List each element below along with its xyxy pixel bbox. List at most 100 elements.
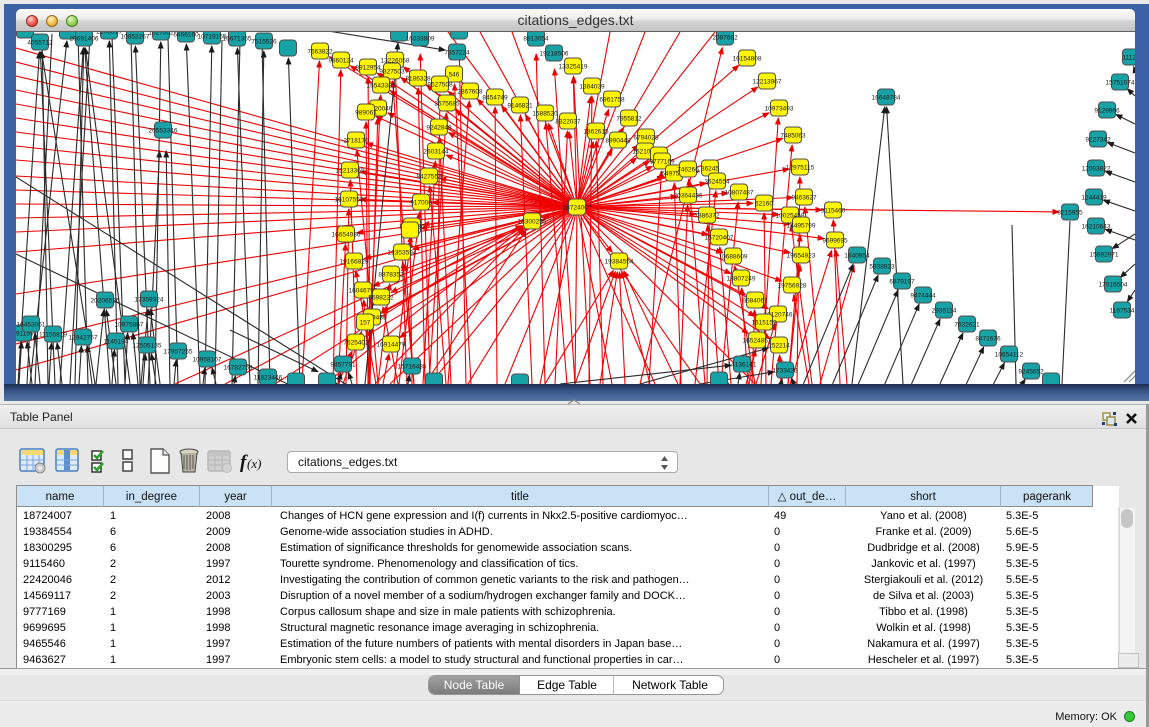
svg-text:9777169: 9777169 [649,158,675,165]
svg-text:5938923: 5938923 [869,263,895,270]
svg-text:16671355: 16671355 [223,35,252,42]
svg-text:15716485: 15716485 [398,363,427,370]
svg-text:16154808: 16154808 [733,55,762,62]
svg-text:8454749: 8454749 [482,94,508,101]
svg-text:18300295: 18300295 [518,218,547,225]
svg-text:8322037: 8322037 [555,118,581,125]
svg-text:16914479: 16914479 [377,341,406,348]
svg-text:1527602: 1527602 [148,32,174,36]
svg-text:1244419: 1244419 [1081,194,1107,201]
svg-text:13325419: 13325419 [559,63,588,70]
svg-text:3624554: 3624554 [704,178,730,185]
svg-text:8813054: 8813054 [523,35,549,42]
svg-text:9463627: 9463627 [791,194,817,201]
svg-text:17016504: 17016504 [1099,281,1128,288]
svg-text:12213967: 12213967 [753,78,782,85]
svg-text:12353594: 12353594 [388,249,417,256]
svg-text:1733426: 1733426 [772,367,798,374]
svg-text:9457791: 9457791 [330,361,356,368]
svg-text:7485063: 7485063 [780,132,806,139]
svg-text:9474444: 9474444 [910,292,936,299]
svg-text:7632621: 7632621 [954,321,980,328]
svg-text:7386372: 7386372 [694,212,720,219]
svg-text:18724007: 18724007 [563,204,592,211]
svg-text:11156819: 11156819 [39,331,67,338]
svg-text:252214: 252214 [768,342,790,349]
svg-text:12213369: 12213369 [336,167,365,174]
svg-text:20553346: 20553346 [149,127,178,134]
svg-text:1364039: 1364039 [579,83,605,90]
svg-text:8990448: 8990448 [605,137,631,144]
svg-text:5698222: 5698222 [368,294,394,301]
svg-text:16543382: 16543382 [367,82,396,89]
svg-text:1167534: 1167534 [1110,307,1135,314]
svg-text:15720407: 15720407 [705,234,734,241]
svg-text:11823446: 11823446 [254,374,283,381]
svg-text:9699695: 9699695 [822,237,848,244]
svg-text:2718170: 2718170 [343,137,369,144]
svg-text:11123: 11123 [1122,54,1135,61]
svg-text:6466160: 6466160 [173,32,199,38]
svg-text:3675685: 3675685 [434,100,460,107]
svg-text:989061: 989061 [355,109,377,116]
svg-text:1640954: 1640954 [844,252,870,259]
svg-text:2603144: 2603144 [423,148,449,155]
svg-text:9242848: 9242848 [426,124,452,131]
svg-text:19384554: 19384554 [605,258,634,265]
svg-text:14495799: 14495799 [787,222,816,229]
svg-text:(x): (x) [247,456,261,471]
svg-text:16782759: 16782759 [224,364,253,371]
svg-text:8912954: 8912954 [355,64,381,71]
svg-text:2087682: 2087682 [712,34,738,41]
svg-text:8427552: 8427552 [416,173,442,180]
svg-text:16210643: 16210643 [1082,223,1111,230]
svg-text:9084067: 9084067 [742,297,768,304]
svg-text:9227342: 9227342 [1085,136,1111,143]
svg-text:14136141: 14136141 [728,361,757,368]
svg-text:4055712: 4055712 [27,39,53,46]
svg-text:6879197: 6879197 [889,278,915,285]
svg-text:8878352: 8878352 [378,271,404,278]
svg-text:18807249: 18807249 [727,275,756,282]
svg-text:16654936: 16654936 [332,231,361,238]
svg-text:20364436: 20364436 [674,192,703,199]
svg-text:10958107: 10958107 [193,356,222,363]
svg-text:546: 546 [449,71,460,78]
svg-text:16648784: 16648784 [872,94,901,101]
svg-text:10975867: 10975867 [115,321,144,328]
svg-text:1615152: 1615152 [751,319,777,326]
svg-text:7955812: 7955812 [616,115,642,122]
svg-text:7357224: 7357224 [444,49,470,56]
svg-text:12942757: 12942757 [69,334,98,341]
svg-text:17957255: 17957255 [164,348,193,355]
svg-text:16033809: 16033809 [406,35,435,42]
svg-text:20691406: 20691406 [70,35,99,42]
svg-text:9245652: 9245652 [1018,368,1044,375]
svg-text:2935114: 2935114 [932,307,957,314]
svg-text:2867608: 2867608 [457,88,483,95]
svg-text:8471676: 8471676 [975,335,1001,342]
svg-text:10853267: 10853267 [121,33,150,40]
svg-text:9860124: 9860124 [328,57,354,64]
svg-text:2103619: 2103619 [96,32,122,35]
svg-text:10973493: 10973493 [765,105,794,112]
svg-text:1145194: 1145194 [104,338,129,345]
svg-text:17359924: 17359924 [135,296,164,303]
svg-text:6961758: 6961758 [599,96,625,103]
svg-text:1588520: 1588520 [532,110,558,117]
svg-text:157: 157 [360,319,371,326]
svg-text:19166829: 19166829 [340,258,369,265]
svg-text:36245: 36245 [701,165,719,172]
svg-text:12093822: 12093822 [1082,165,1111,172]
svg-text:19654923: 19654923 [787,252,816,259]
svg-text:917006: 917006 [410,199,432,206]
svg-text:6794028: 6794028 [633,134,659,141]
svg-text:7625402: 7625402 [343,339,369,346]
svg-text:16453061: 16453061 [17,321,46,328]
svg-text:10654112: 10654112 [995,351,1024,358]
svg-text:19756928: 19756928 [778,282,807,289]
svg-text:9129966: 9129966 [1094,107,1120,114]
svg-text:10688609: 10688609 [719,253,748,260]
svg-text:20206526: 20206526 [91,297,120,304]
svg-text:9115460: 9115460 [821,207,846,214]
